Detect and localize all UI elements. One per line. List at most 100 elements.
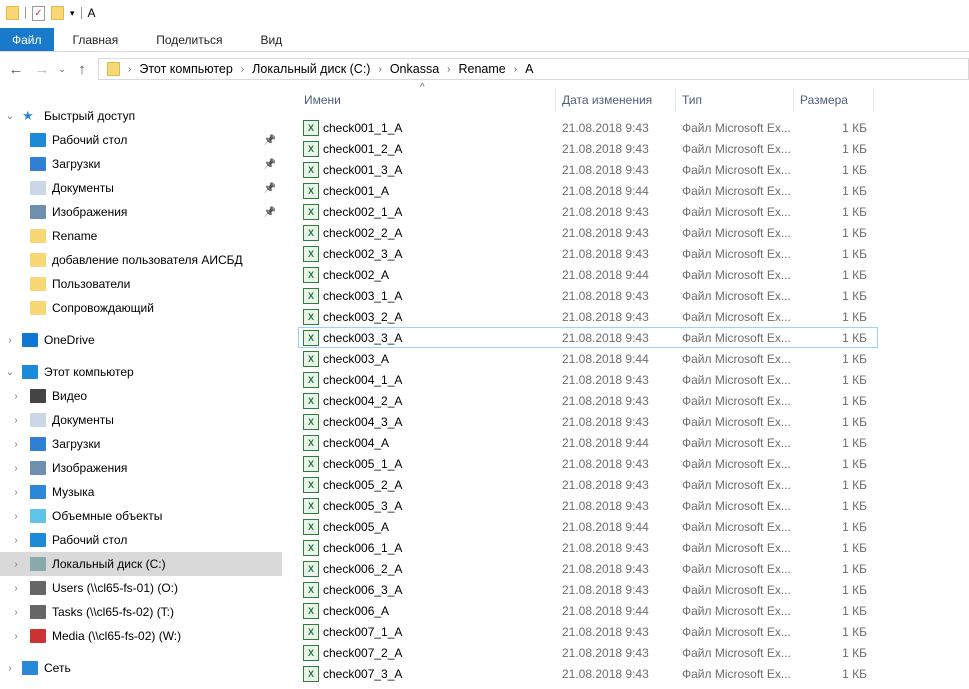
file-name[interactable]: check001_2_A bbox=[323, 142, 402, 156]
chevron-right-icon[interactable]: › bbox=[8, 631, 24, 642]
file-name[interactable]: check003_1_A bbox=[323, 289, 402, 303]
file-row[interactable]: Xcheck002_2_A 21.08.2018 9:43 Файл Microso… bbox=[298, 222, 878, 243]
file-name[interactable]: check005_2_A bbox=[323, 478, 402, 492]
sidebar-item[interactable]: добавление пользователя АИСБД bbox=[0, 248, 282, 272]
chevron-right-icon[interactable]: › bbox=[378, 64, 381, 75]
sidebar-item[interactable]: › Видео bbox=[0, 384, 282, 408]
pin-icon[interactable]: 📌 bbox=[264, 135, 276, 146]
sidebar-item[interactable]: › Изображения bbox=[0, 456, 282, 480]
file-name[interactable]: check007_3_A bbox=[323, 667, 402, 681]
sidebar-item[interactable]: › Media (\\cl65-fs-02) (W:) bbox=[0, 624, 282, 648]
chevron-right-icon[interactable]: › bbox=[447, 64, 450, 75]
breadcrumb-rename[interactable]: Rename bbox=[459, 62, 506, 76]
chevron-right-icon[interactable]: › bbox=[128, 64, 131, 75]
tab-view[interactable]: Вид bbox=[241, 28, 301, 51]
file-row[interactable]: Xcheck007_1_A 21.08.2018 9:43 Файл Microso… bbox=[298, 621, 878, 642]
file-name[interactable]: check007_2_A bbox=[323, 646, 402, 660]
file-row[interactable]: Xcheck001_1_A 21.08.2018 9:43 Файл Microso… bbox=[298, 117, 878, 138]
chevron-right-icon[interactable]: › bbox=[2, 335, 18, 346]
chevron-right-icon[interactable]: › bbox=[8, 511, 24, 522]
file-name[interactable]: check001_A bbox=[323, 184, 389, 198]
file-row[interactable]: Xcheck001_3_A 21.08.2018 9:43 Файл Microso… bbox=[298, 159, 878, 180]
pin-icon[interactable]: 📌 bbox=[264, 207, 276, 218]
sidebar-item[interactable]: Rename bbox=[0, 224, 282, 248]
file-name[interactable]: check002_1_A bbox=[323, 205, 402, 219]
file-name[interactable]: check007_1_A bbox=[323, 625, 402, 639]
sidebar-item[interactable]: ⌄ ★ Быстрый доступ bbox=[0, 104, 282, 128]
file-row[interactable]: Xcheck006_1_A 21.08.2018 9:43 Файл Microso… bbox=[298, 537, 878, 558]
column-name[interactable]: Имени bbox=[298, 88, 556, 112]
file-row[interactable]: Xcheck006_2_A 21.08.2018 9:43 Файл Microso… bbox=[298, 558, 878, 579]
file-name[interactable]: check004_A bbox=[323, 436, 389, 450]
file-name[interactable]: check001_3_A bbox=[323, 163, 402, 177]
chevron-right-icon[interactable]: › bbox=[8, 463, 24, 474]
file-name[interactable]: check001_1_A bbox=[323, 121, 402, 135]
file-name[interactable]: check003_2_A bbox=[323, 310, 402, 324]
file-row[interactable]: Xcheck004_A 21.08.2018 9:44 Файл Microsoft… bbox=[298, 432, 878, 453]
sidebar-item[interactable]: › Объемные объекты bbox=[0, 504, 282, 528]
file-name[interactable]: check006_A bbox=[323, 604, 389, 618]
sidebar-item[interactable]: › OneDrive bbox=[0, 328, 282, 352]
file-row[interactable]: Xcheck002_1_A 21.08.2018 9:43 Файл Microso… bbox=[298, 201, 878, 222]
file-row[interactable]: Xcheck003_3_A 21.08.2018 9:43 Файл Microso… bbox=[298, 327, 878, 348]
sidebar-item[interactable]: Изображения 📌 bbox=[0, 200, 282, 224]
sidebar-item[interactable]: Рабочий стол 📌 bbox=[0, 128, 282, 152]
sidebar-item[interactable]: Документы 📌 bbox=[0, 176, 282, 200]
file-name[interactable]: check002_A bbox=[323, 268, 389, 282]
file-name[interactable]: check002_3_A bbox=[323, 247, 402, 261]
sidebar-item[interactable]: Сопровождающий bbox=[0, 296, 282, 320]
address-bar[interactable]: › Этот компьютер › Локальный диск (C:) ›… bbox=[98, 58, 969, 80]
file-name[interactable]: check006_2_A bbox=[323, 562, 402, 576]
tab-file[interactable]: Файл bbox=[0, 28, 54, 51]
chevron-right-icon[interactable]: › bbox=[8, 487, 24, 498]
file-row[interactable]: Xcheck006_A 21.08.2018 9:44 Файл Microsoft… bbox=[298, 600, 878, 621]
sidebar-item[interactable]: › Tasks (\\cl65-fs-02) (T:) bbox=[0, 600, 282, 624]
breadcrumb-drive[interactable]: Локальный диск (C:) bbox=[252, 62, 370, 76]
file-name[interactable]: check004_2_A bbox=[323, 394, 402, 408]
chevron-right-icon[interactable]: › bbox=[2, 663, 18, 674]
file-row[interactable]: Xcheck001_A 21.08.2018 9:44 Файл Microsoft… bbox=[298, 180, 878, 201]
recent-locations-icon[interactable]: ⌄ bbox=[55, 64, 69, 75]
column-type[interactable]: Тип bbox=[676, 88, 794, 112]
file-row[interactable]: Xcheck005_3_A 21.08.2018 9:43 Файл Microso… bbox=[298, 495, 878, 516]
chevron-right-icon[interactable]: › bbox=[8, 391, 24, 402]
sidebar-item[interactable]: › Рабочий стол bbox=[0, 528, 282, 552]
file-name[interactable]: check006_1_A bbox=[323, 541, 402, 555]
file-name[interactable]: check004_3_A bbox=[323, 415, 402, 429]
chevron-right-icon[interactable]: › bbox=[8, 415, 24, 426]
chevron-down-icon[interactable]: ⌄ bbox=[2, 367, 18, 378]
file-row[interactable]: Xcheck005_A 21.08.2018 9:44 Файл Microsoft… bbox=[298, 516, 878, 537]
chevron-right-icon[interactable]: › bbox=[8, 535, 24, 546]
file-name[interactable]: check003_3_A bbox=[323, 331, 402, 345]
sidebar-item[interactable]: › Музыка bbox=[0, 480, 282, 504]
sidebar-item[interactable]: › Users (\\cl65-fs-01) (O:) bbox=[0, 576, 282, 600]
pin-icon[interactable]: 📌 bbox=[264, 159, 276, 170]
sidebar-item[interactable]: › Локальный диск (C:) bbox=[0, 552, 282, 576]
file-row[interactable]: Xcheck004_1_A 21.08.2018 9:43 Файл Microso… bbox=[298, 369, 878, 390]
file-name[interactable]: check002_2_A bbox=[323, 226, 402, 240]
file-row[interactable]: Xcheck004_3_A 21.08.2018 9:43 Файл Microso… bbox=[298, 411, 878, 432]
file-row[interactable]: Xcheck004_2_A 21.08.2018 9:43 Файл Microso… bbox=[298, 390, 878, 411]
file-row[interactable]: Xcheck007_2_A 21.08.2018 9:43 Файл Microso… bbox=[298, 642, 878, 663]
file-name[interactable]: check005_3_A bbox=[323, 499, 402, 513]
forward-icon[interactable]: → bbox=[29, 61, 55, 78]
file-name[interactable]: check005_1_A bbox=[323, 457, 402, 471]
file-row[interactable]: Xcheck002_3_A 21.08.2018 9:43 Файл Microso… bbox=[298, 243, 878, 264]
breadcrumb-a[interactable]: A bbox=[525, 62, 533, 76]
chevron-right-icon[interactable]: › bbox=[8, 583, 24, 594]
column-date[interactable]: Дата изменения bbox=[556, 88, 676, 112]
file-row[interactable]: Xcheck007_3_A 21.08.2018 9:43 Файл Microso… bbox=[298, 663, 878, 684]
properties-icon[interactable]: ✓ bbox=[32, 5, 45, 21]
sidebar-item[interactable]: › Загрузки bbox=[0, 432, 282, 456]
back-icon[interactable]: ← bbox=[3, 61, 29, 78]
tab-home[interactable]: Главная bbox=[54, 28, 138, 51]
pin-icon[interactable]: 📌 bbox=[264, 183, 276, 194]
chevron-right-icon[interactable]: › bbox=[514, 64, 517, 75]
column-size[interactable]: Размера bbox=[794, 88, 874, 112]
new-folder-icon[interactable] bbox=[51, 6, 64, 20]
chevron-down-icon[interactable]: ⌄ bbox=[2, 111, 18, 122]
chevron-right-icon[interactable]: › bbox=[8, 559, 24, 570]
chevron-right-icon[interactable]: › bbox=[8, 607, 24, 618]
file-name[interactable]: check003_A bbox=[323, 352, 389, 366]
sidebar-item[interactable]: › Сеть bbox=[0, 656, 282, 680]
